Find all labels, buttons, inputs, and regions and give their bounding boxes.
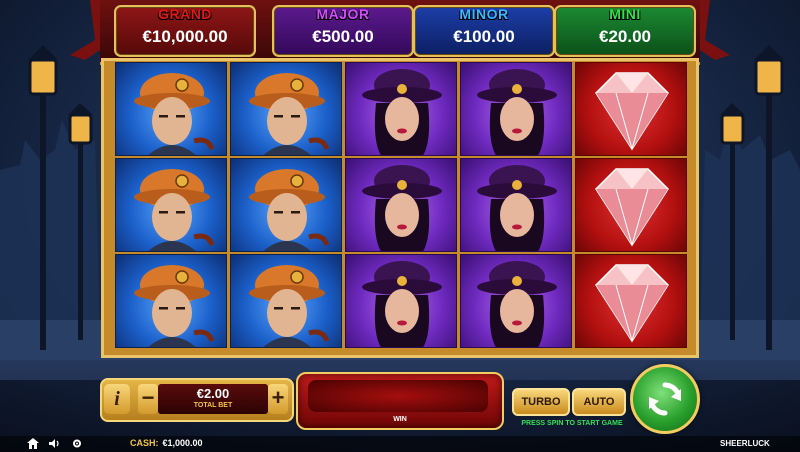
jackpot-major-value: €500.00 [312, 27, 374, 46]
detective-woman-symbol [460, 62, 572, 156]
detective-man-symbol [115, 62, 227, 156]
red-diamond-symbol [575, 254, 687, 348]
decrease-bet-button[interactable]: − [138, 384, 158, 414]
jackpot-major: MAJOR €500.00 [272, 5, 414, 57]
spin-button[interactable] [630, 364, 700, 434]
red-diamond-symbol [575, 158, 687, 252]
press-spin-hint: PRESS SPIN TO START GAME [521, 420, 623, 427]
reel-column [345, 62, 457, 350]
jackpot-grand-label: GRAND [158, 6, 212, 22]
jackpot-grand-value: €10,000.00 [142, 27, 228, 46]
jackpot-major-label: MAJOR [316, 6, 370, 22]
win-display: WIN [296, 372, 504, 430]
game-brand: SHEERLUCK [720, 439, 770, 448]
reel-column [230, 62, 342, 350]
info-button[interactable]: i [104, 384, 130, 414]
detective-woman-symbol [345, 254, 457, 348]
win-amount-area [308, 380, 488, 412]
detective-man-symbol [115, 254, 227, 348]
footer-bar [0, 436, 800, 452]
win-label: WIN [393, 416, 407, 423]
spin-arrows-icon [649, 382, 681, 416]
red-diamond-symbol [575, 62, 687, 156]
cash-label: CASH: [130, 438, 159, 448]
jackpot-mini-label: MINI [609, 6, 641, 22]
detective-woman-symbol [345, 158, 457, 252]
autoplay-button[interactable]: AUTO [572, 388, 626, 416]
turbo-button[interactable]: TURBO [512, 388, 570, 416]
increase-bet-button[interactable]: + [268, 384, 288, 414]
cash-display: CASH: €1,000.00 [130, 438, 203, 448]
jackpot-mini-value: €20.00 [599, 27, 651, 46]
detective-woman-symbol [460, 158, 572, 252]
detective-man-symbol [230, 62, 342, 156]
settings-icon[interactable] [70, 438, 84, 450]
detective-woman-symbol [460, 254, 572, 348]
detective-man-symbol [230, 254, 342, 348]
sound-icon[interactable] [48, 438, 62, 450]
total-bet-label: TOTAL BET [193, 402, 233, 409]
detective-man-symbol [230, 158, 342, 252]
reel-column [115, 62, 227, 350]
jackpot-minor-value: €100.00 [453, 27, 515, 46]
reel-column [460, 62, 572, 350]
jackpot-mini: MINI €20.00 [554, 5, 696, 57]
cash-value: €1,000.00 [162, 438, 203, 448]
jackpot-minor: MINOR €100.00 [413, 5, 555, 57]
jackpot-minor-label: MINOR [459, 6, 509, 22]
home-icon[interactable] [26, 438, 40, 450]
reel-column [575, 62, 687, 350]
detective-woman-symbol [345, 62, 457, 156]
jackpot-grand: GRAND €10,000.00 [114, 5, 256, 57]
total-bet-display: €2.00 TOTAL BET [158, 384, 268, 414]
total-bet-value: €2.00 [196, 386, 230, 401]
detective-man-symbol [115, 158, 227, 252]
